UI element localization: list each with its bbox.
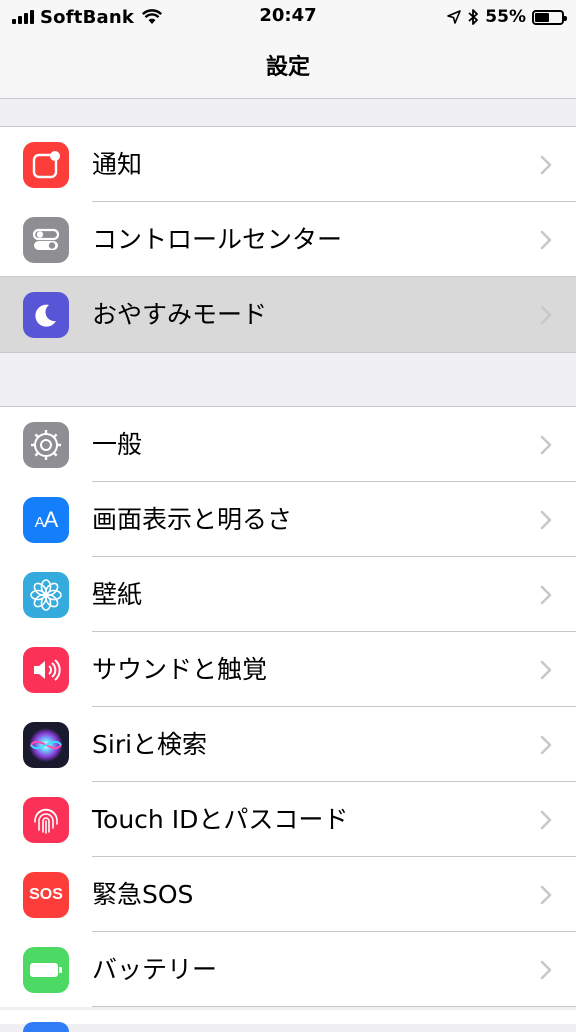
settings-row-display-brightness[interactable]: AA 画面表示と明るさ bbox=[0, 482, 576, 557]
settings-row-general[interactable]: 一般 bbox=[0, 407, 576, 482]
settings-row-wallpaper[interactable]: 壁紙 bbox=[0, 557, 576, 632]
gear-icon bbox=[23, 422, 69, 468]
row-label: 壁紙 bbox=[92, 580, 143, 609]
settings-row-battery[interactable]: バッテリー bbox=[0, 932, 576, 1007]
wallpaper-flower-icon bbox=[23, 572, 69, 618]
chevron-right-icon bbox=[540, 585, 552, 605]
settings-row-siri-search[interactable]: Siriと検索 bbox=[0, 707, 576, 782]
settings-row-do-not-disturb[interactable]: おやすみモード bbox=[0, 277, 576, 352]
chevron-right-icon bbox=[540, 960, 552, 980]
battery-percent: 55% bbox=[485, 7, 526, 27]
status-right: 55% bbox=[447, 6, 567, 28]
battery-icon bbox=[23, 947, 69, 993]
row-label: サウンドと触覚 bbox=[92, 655, 268, 684]
row-label: コントロールセンター bbox=[92, 225, 343, 254]
siri-icon bbox=[23, 722, 69, 768]
chevron-right-icon bbox=[540, 230, 552, 250]
row-label: 一般 bbox=[92, 430, 143, 459]
chevron-right-icon bbox=[540, 735, 552, 755]
notifications-icon bbox=[23, 142, 69, 188]
row-label: 画面表示と明るさ bbox=[92, 505, 293, 534]
settings-row-notifications[interactable]: 通知 bbox=[0, 127, 576, 202]
row-label: Siriと検索 bbox=[92, 730, 208, 759]
sos-icon: SOS bbox=[23, 872, 69, 918]
row-separator bbox=[92, 1006, 576, 1007]
chevron-right-icon bbox=[540, 810, 552, 830]
speaker-icon bbox=[23, 647, 69, 693]
settings-row-control-center[interactable]: コントロールセンター bbox=[0, 202, 576, 277]
control-center-icon bbox=[23, 217, 69, 263]
status-bar: SoftBank 20:47 55% bbox=[0, 0, 576, 36]
moon-icon bbox=[23, 292, 69, 338]
chevron-right-icon bbox=[540, 510, 552, 530]
settings-row-sounds-haptics[interactable]: サウンドと触覚 bbox=[0, 632, 576, 707]
row-label: 緊急SOS bbox=[92, 880, 194, 909]
settings-group-2: 一般 AA 画面表示と明るさ 壁紙 サウンドと触覚 Siriと検索 Touch … bbox=[0, 406, 576, 1007]
next-row-peek bbox=[0, 1010, 576, 1032]
display-brightness-icon: AA bbox=[23, 497, 69, 543]
chevron-right-icon bbox=[540, 155, 552, 175]
fingerprint-icon bbox=[23, 797, 69, 843]
navigation-bar: 設定 bbox=[0, 36, 576, 99]
chevron-right-icon bbox=[540, 885, 552, 905]
settings-group-1: 通知 コントロールセンター おやすみモード bbox=[0, 126, 576, 353]
row-label: バッテリー bbox=[92, 955, 218, 984]
chevron-right-icon bbox=[540, 305, 552, 325]
location-arrow-icon bbox=[447, 10, 462, 24]
bluetooth-icon bbox=[468, 9, 479, 25]
page-title: 設定 bbox=[265, 55, 310, 80]
settings-row-emergency-sos[interactable]: SOS 緊急SOS bbox=[0, 857, 576, 932]
settings-row-touch-id-passcode[interactable]: Touch IDとパスコード bbox=[0, 782, 576, 857]
row-label: Touch IDとパスコード bbox=[92, 805, 349, 834]
row-label: 通知 bbox=[92, 150, 143, 179]
chevron-right-icon bbox=[540, 435, 552, 455]
chevron-right-icon bbox=[540, 660, 552, 680]
row-label: おやすみモード bbox=[92, 300, 268, 329]
battery-status-icon bbox=[532, 9, 567, 25]
